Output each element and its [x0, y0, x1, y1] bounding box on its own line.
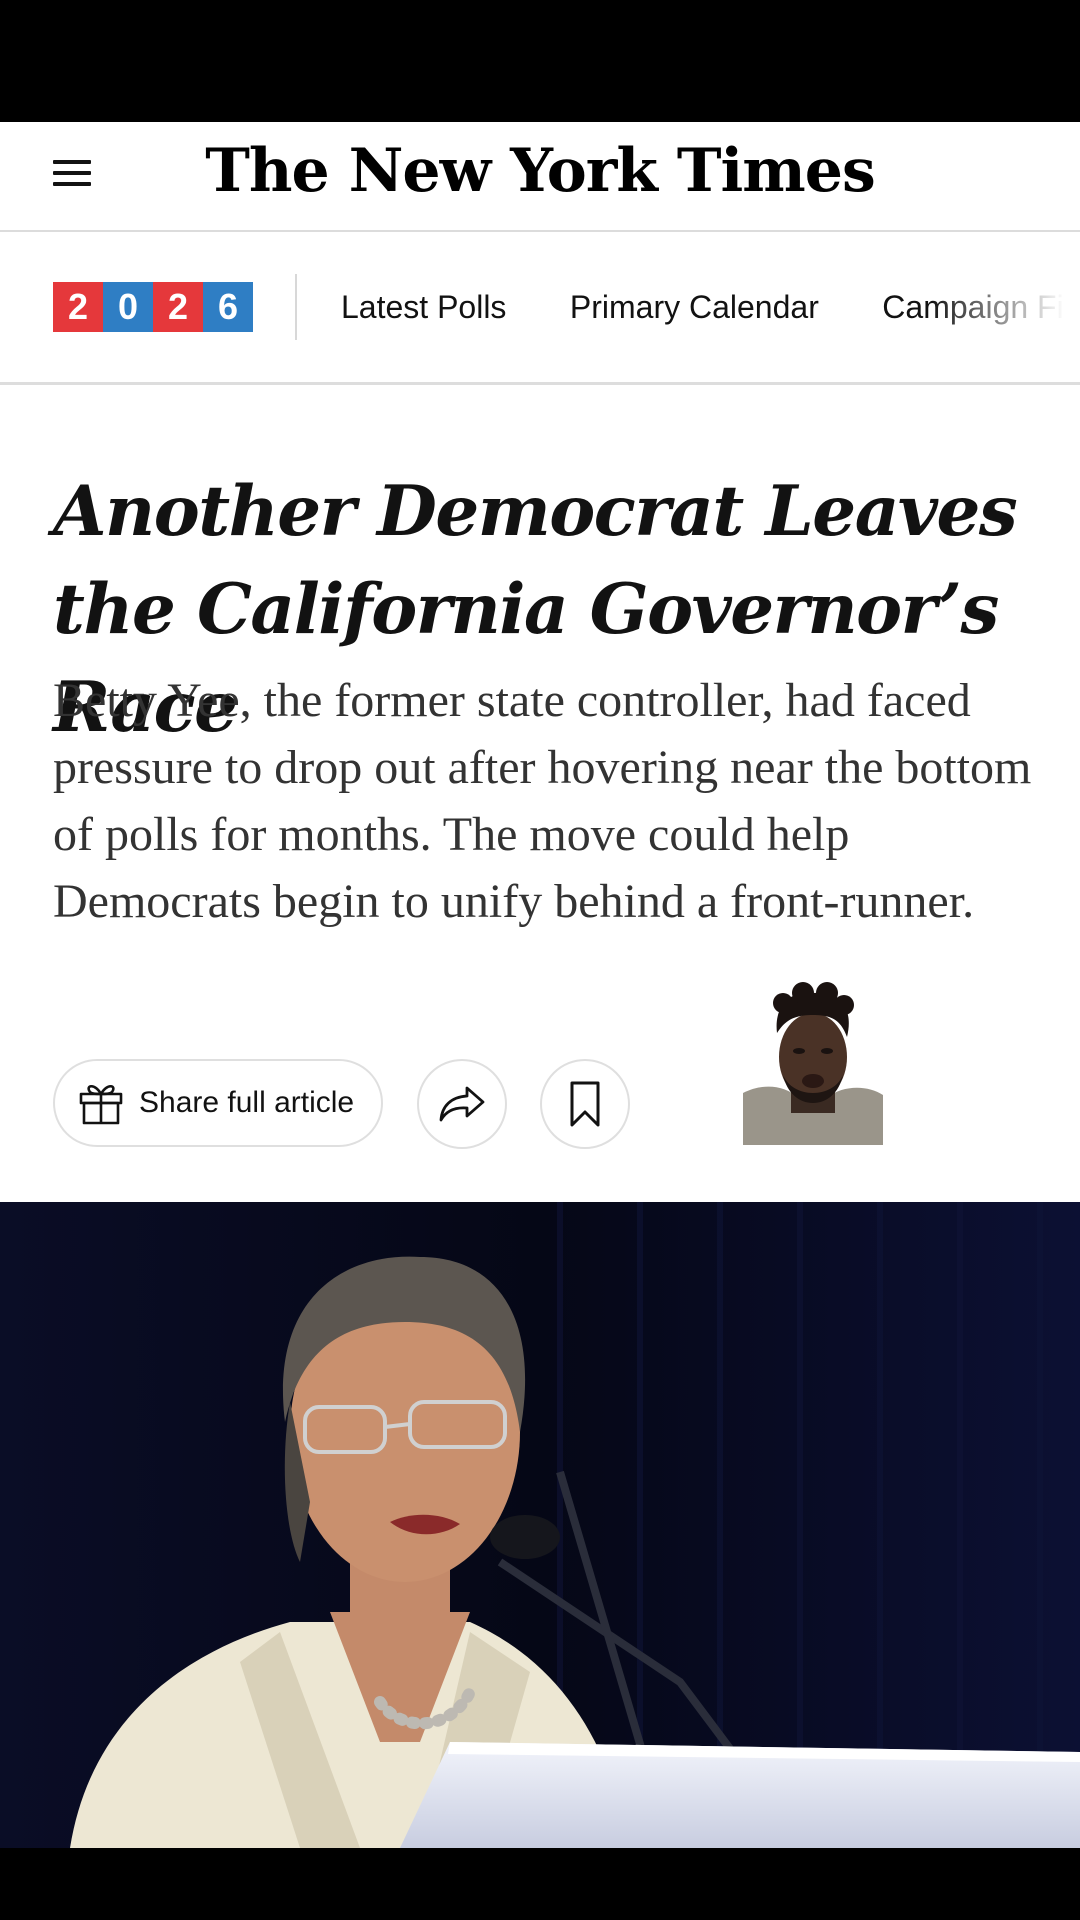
masthead: The New York Times	[0, 122, 1080, 232]
lead-photo	[0, 1202, 1080, 1848]
person-face-image	[743, 982, 883, 1145]
badge-digit: 0	[103, 282, 153, 332]
election-subnav: 2 0 2 6 Latest Polls Primary Calendar Ca…	[0, 232, 1080, 385]
badge-digit: 6	[203, 282, 253, 332]
badge-digit: 2	[53, 282, 103, 332]
status-bar-area	[0, 0, 1080, 122]
badge-digit: 2	[153, 282, 203, 332]
share-arrow-icon	[439, 1086, 485, 1122]
creator-video-overlay	[743, 975, 883, 1145]
subnav-fade	[930, 232, 1080, 382]
bookmark-icon	[570, 1081, 600, 1127]
speaker-at-podium-image	[0, 1202, 1080, 1848]
share-button-label: Share full article	[139, 1086, 355, 1119]
article-header: Another Democrat Leaves the California G…	[0, 385, 1080, 1202]
bookmark-button[interactable]	[540, 1059, 630, 1149]
election-2026-badge[interactable]: 2 0 2 6	[53, 282, 253, 332]
bottom-black-bar	[0, 1848, 1080, 1920]
share-arrow-button[interactable]	[417, 1059, 507, 1149]
gift-icon	[79, 1084, 123, 1125]
nyt-logo[interactable]: The New York Times	[0, 136, 1080, 206]
subnav-link-primary-calendar[interactable]: Primary Calendar	[570, 289, 819, 326]
share-full-article-button[interactable]: Share full article	[53, 1059, 383, 1147]
subnav-divider	[295, 274, 297, 340]
subnav-link-latest-polls[interactable]: Latest Polls	[341, 289, 506, 326]
article-summary: Betty Yee, the former state controller, …	[53, 674, 1032, 928]
